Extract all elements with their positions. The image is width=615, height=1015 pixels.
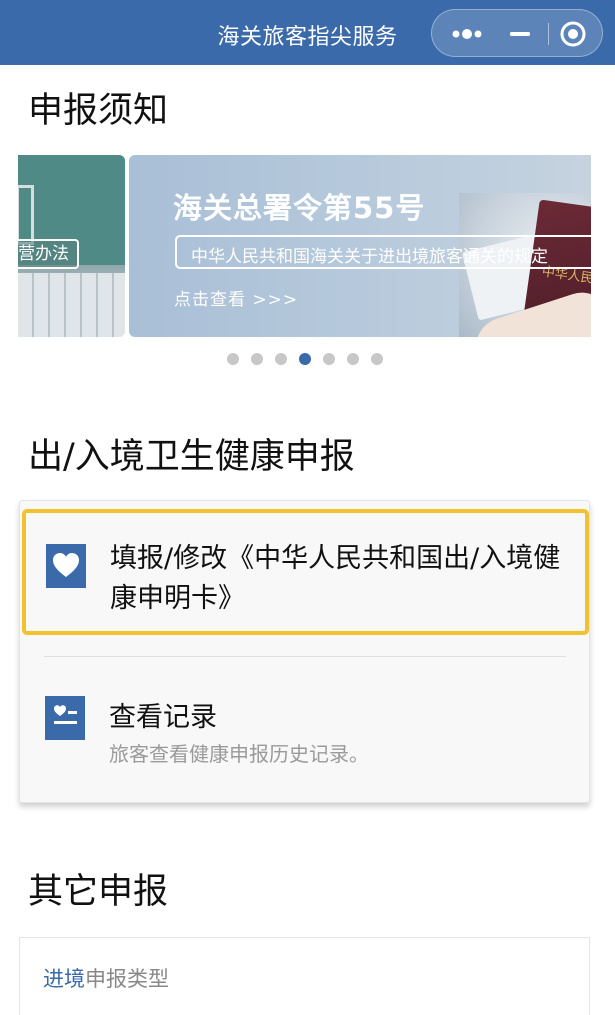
carousel-dot[interactable]	[251, 353, 263, 365]
health-section-title: 出/入境卫生健康申报	[28, 437, 355, 477]
health-declaration-card: 填报/修改《中华人民共和国出/入境健康申明卡》 查看记录 旅客查看健康申报历史记…	[19, 500, 590, 803]
slide-photo-frame	[18, 185, 34, 245]
carousel-dot[interactable]	[371, 353, 383, 365]
menu-capsule	[431, 9, 603, 57]
carousel-dot[interactable]	[323, 353, 335, 365]
carousel-indicator	[227, 353, 387, 365]
target-close-icon	[560, 21, 586, 47]
view-records-title: 查看记录	[109, 702, 217, 733]
slide-more-link[interactable]: 点击查看 >>>	[174, 285, 298, 310]
slide-tag: 营办法	[18, 239, 79, 269]
carousel-dot[interactable]	[347, 353, 359, 365]
view-records-description: 旅客查看健康申报历史记录。	[109, 742, 369, 766]
other-section-title: 其它申报	[28, 872, 169, 912]
declaration-type-item[interactable]: 进境申报类型	[19, 937, 590, 1015]
item-divider	[44, 656, 566, 657]
carousel-slide-current[interactable]: 中华人民共 海关总署令第55号 中华人民共和国海关关于进出境旅客通关的规定 点击…	[129, 155, 591, 337]
slide-subtitle-box: 中华人民共和国海关关于进出境旅客通关的规定	[175, 235, 591, 269]
fill-health-declaration-label: 填报/修改《中华人民共和国出/入境健康申明卡》	[110, 543, 561, 614]
title-bar: 海关旅客指尖服务	[0, 0, 615, 65]
capsule-divider	[548, 23, 549, 45]
notice-section-title: 申报须知	[28, 91, 169, 131]
fill-health-declaration-item[interactable]: 填报/修改《中华人民共和国出/入境健康申明卡》	[22, 509, 589, 635]
carousel-slide-previous[interactable]: 营办法	[18, 155, 125, 337]
close-button[interactable]	[559, 20, 587, 48]
declaration-type-label: 进境申报类型	[43, 963, 169, 993]
more-button[interactable]	[444, 22, 494, 46]
carousel-dot[interactable]	[227, 353, 239, 365]
minimize-button[interactable]	[502, 22, 538, 46]
carousel-dot[interactable]	[299, 353, 311, 365]
carousel-dot[interactable]	[275, 353, 287, 365]
slide-photo-counter	[18, 273, 125, 337]
declaration-type-entry[interactable]: 进境	[43, 967, 85, 991]
declaration-type-text: 申报类型	[85, 967, 169, 991]
slide-headline: 海关总署令第55号	[173, 191, 426, 225]
more-dots-icon	[452, 29, 482, 39]
minimize-icon	[510, 32, 530, 36]
slide-subtitle: 中华人民共和国海关关于进出境旅客通关的规定	[191, 247, 548, 267]
view-records-item[interactable]: 查看记录 旅客查看健康申报历史记录。	[20, 671, 591, 781]
heart-icon	[46, 544, 86, 588]
health-record-icon	[45, 696, 85, 740]
